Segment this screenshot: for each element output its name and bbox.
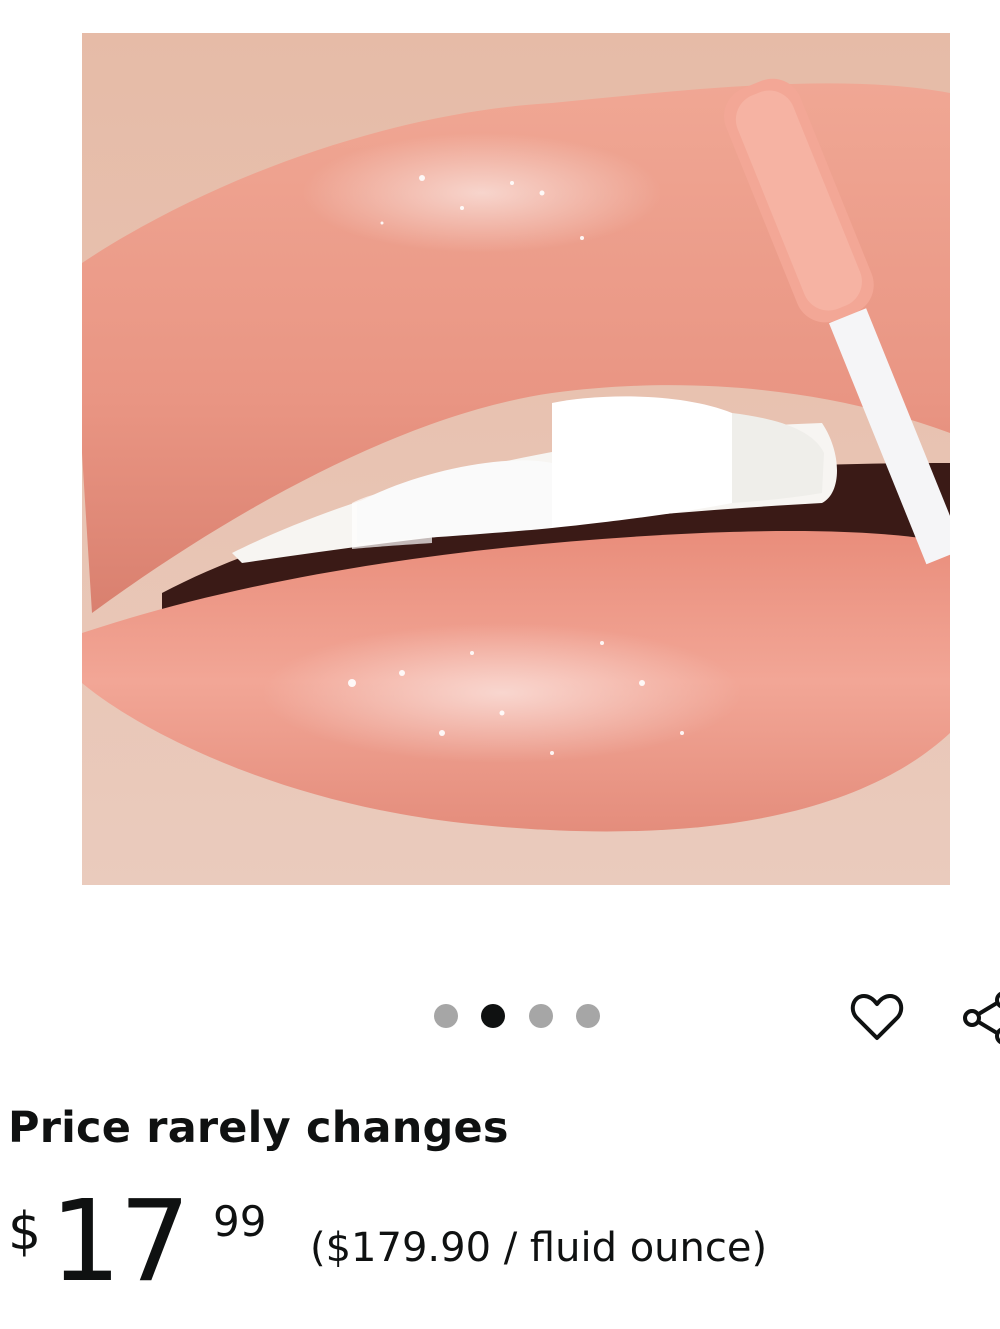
unit-price: ($179.90 / fluid ounce) (310, 1225, 768, 1271)
price-currency-symbol: $ (8, 1202, 42, 1262)
lip-gloss-photo (82, 33, 950, 885)
price-history-heading: Price rarely changes (8, 1103, 509, 1153)
wishlist-button[interactable] (846, 986, 908, 1048)
carousel-dot[interactable] (434, 1004, 458, 1028)
heart-icon (850, 994, 904, 1040)
carousel-dot[interactable] (576, 1004, 600, 1028)
price-fraction: 99 (213, 1197, 267, 1246)
share-button[interactable] (956, 990, 1000, 1046)
carousel-dot-active[interactable] (481, 1004, 505, 1028)
price-whole: 17 (50, 1177, 191, 1307)
carousel-dot[interactable] (529, 1004, 553, 1028)
product-image[interactable] (82, 33, 950, 885)
price-display: $ 17 99 ($179.90 / fluid ounce) (8, 1180, 998, 1310)
share-icon (963, 991, 1000, 1045)
